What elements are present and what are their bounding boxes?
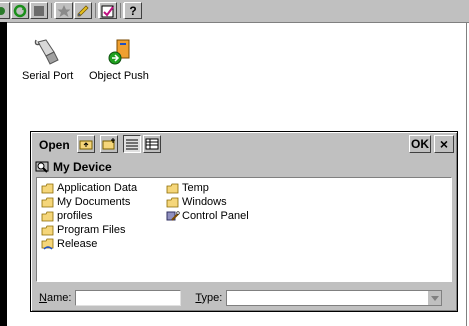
list-view-button[interactable] bbox=[123, 135, 141, 153]
location-bar[interactable]: My Device bbox=[35, 157, 453, 176]
refresh-button[interactable] bbox=[11, 2, 29, 19]
folder-icon bbox=[41, 197, 54, 207]
new-folder-button[interactable] bbox=[100, 135, 118, 153]
file-column-1: Application Data My Documents profiles P… bbox=[41, 181, 137, 251]
connect-button[interactable] bbox=[0, 2, 10, 19]
folder-item[interactable]: My Documents bbox=[41, 195, 137, 209]
folder-item[interactable]: Program Files bbox=[41, 223, 137, 237]
serial-port-icon bbox=[34, 39, 59, 65]
object-push-label: Object Push bbox=[89, 70, 149, 82]
location-label: My Device bbox=[53, 159, 112, 174]
ok-button[interactable]: OK bbox=[409, 135, 431, 153]
folder-item[interactable]: Application Data bbox=[41, 181, 137, 195]
name-label: Name: bbox=[39, 292, 71, 304]
favorite-button[interactable] bbox=[55, 2, 73, 19]
name-label-rest: ame: bbox=[46, 292, 72, 304]
serial-port-item[interactable]: Serial Port bbox=[22, 38, 73, 82]
folder-icon bbox=[41, 211, 54, 221]
folder-icon bbox=[41, 183, 54, 193]
name-label-accesskey: N bbox=[39, 292, 47, 304]
folder-item[interactable]: Temp bbox=[166, 181, 249, 195]
control-panel-icon bbox=[166, 211, 180, 221]
close-button[interactable]: × bbox=[434, 135, 454, 153]
serial-port-label: Serial Port bbox=[22, 70, 74, 82]
folder-icon bbox=[41, 225, 54, 235]
refresh-icon bbox=[13, 4, 27, 17]
properties-icon bbox=[101, 5, 114, 17]
release-folder-icon bbox=[41, 238, 54, 250]
pencil-icon bbox=[77, 4, 89, 16]
details-view-icon bbox=[145, 138, 159, 150]
folder-item[interactable]: profiles bbox=[41, 209, 137, 223]
left-border bbox=[0, 22, 7, 326]
folder-label: Control Panel bbox=[182, 210, 249, 222]
name-input[interactable] bbox=[75, 290, 182, 306]
list-view-icon bbox=[126, 139, 138, 150]
folder-label: Windows bbox=[182, 196, 227, 208]
chevron-down-icon bbox=[430, 295, 439, 301]
open-dialog: Open OK × My Device Application Data My … bbox=[30, 131, 458, 312]
up-folder-icon bbox=[79, 140, 93, 150]
type-select[interactable] bbox=[226, 290, 443, 306]
help-icon: ? bbox=[129, 3, 137, 18]
toolbar: ? bbox=[0, 0, 469, 23]
properties-button[interactable] bbox=[99, 2, 117, 19]
favorite-icon bbox=[57, 4, 71, 17]
details-view-button[interactable] bbox=[143, 135, 161, 153]
type-label: Type: bbox=[195, 292, 222, 304]
new-folder-icon bbox=[102, 138, 115, 150]
folder-label: My Documents bbox=[57, 196, 131, 208]
my-device-icon bbox=[35, 161, 49, 173]
type-label-rest: ype: bbox=[201, 292, 223, 304]
connect-icon bbox=[0, 6, 5, 15]
folder-label: Temp bbox=[182, 182, 209, 194]
folder-label: Release bbox=[57, 238, 98, 250]
folder-label: Application Data bbox=[57, 182, 138, 194]
folder-label: Program Files bbox=[57, 224, 126, 236]
file-name-row: Name: Type: bbox=[39, 288, 453, 308]
file-list[interactable]: Application Data My Documents profiles P… bbox=[36, 177, 452, 282]
up-folder-button[interactable] bbox=[77, 135, 95, 153]
edit-button[interactable] bbox=[74, 2, 92, 19]
object-push-item[interactable]: Object Push bbox=[89, 38, 149, 82]
folder-icon bbox=[166, 197, 179, 207]
right-border bbox=[466, 22, 467, 326]
object-push-icon bbox=[108, 39, 130, 65]
help-button[interactable]: ? bbox=[124, 2, 142, 19]
folder-item[interactable]: Control Panel bbox=[166, 209, 249, 223]
file-column-2: Temp Windows Control Panel bbox=[166, 181, 249, 223]
folder-icon bbox=[166, 183, 179, 193]
stop-icon bbox=[34, 5, 44, 16]
dropdown-arrow[interactable] bbox=[427, 291, 442, 305]
folder-item[interactable]: Release bbox=[41, 237, 137, 251]
dialog-title: Open bbox=[39, 138, 70, 152]
folder-label: profiles bbox=[57, 210, 93, 222]
folder-item[interactable]: Windows bbox=[166, 195, 249, 209]
stop-button[interactable] bbox=[30, 2, 48, 19]
